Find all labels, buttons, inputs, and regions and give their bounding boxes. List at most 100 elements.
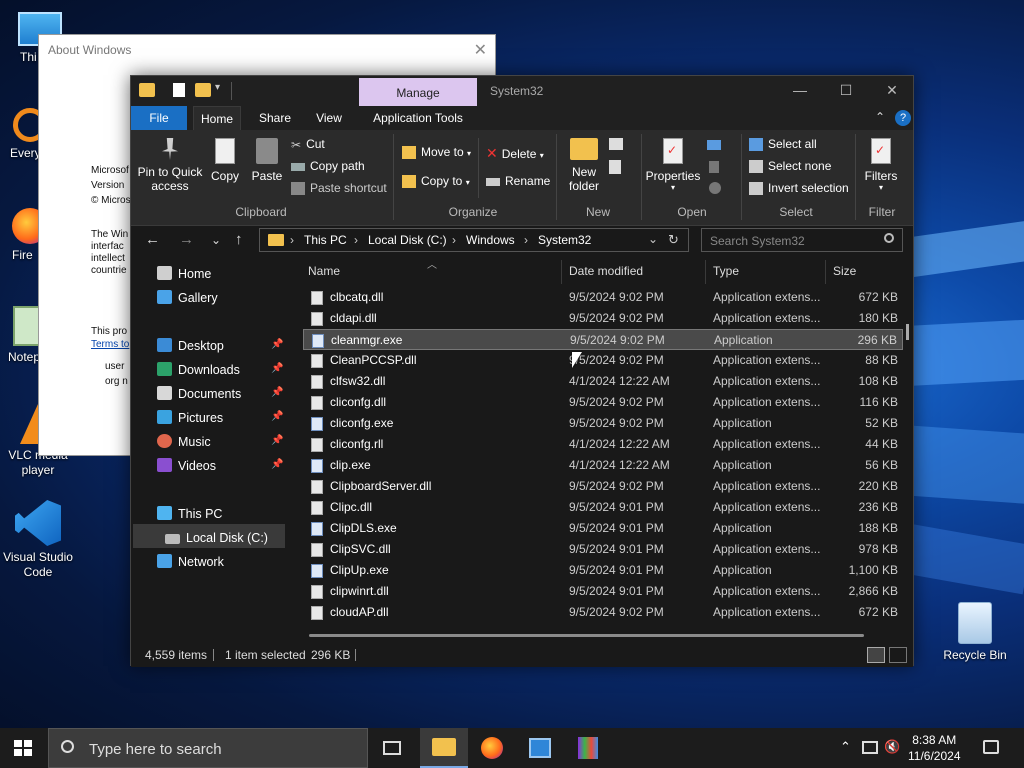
- properties-icon[interactable]: [173, 83, 185, 97]
- copy-to-button[interactable]: Copy to ▾: [402, 174, 470, 189]
- tab-file[interactable]: File: [131, 106, 187, 130]
- large-icons-view-icon[interactable]: [889, 647, 907, 663]
- details-view-icon[interactable]: [867, 647, 885, 663]
- open-icon[interactable]: [707, 140, 721, 150]
- tab-application-tools[interactable]: Application Tools: [365, 106, 471, 130]
- rename-button[interactable]: Rename: [486, 174, 550, 188]
- start-windows-icon[interactable]: [14, 740, 32, 756]
- notifications-icon[interactable]: [983, 740, 999, 754]
- new-folder-button[interactable]: New folder: [563, 138, 605, 193]
- pin-to-quick-access-button[interactable]: Pin to Quick access: [137, 138, 203, 193]
- edit-icon[interactable]: [709, 161, 719, 173]
- desktop-icon-vscode[interactable]: Visual Studio Code: [0, 500, 76, 580]
- file-row[interactable]: ClipSVC.dll 9/5/2024 9:01 PM Application e…: [303, 539, 903, 560]
- move-to-button[interactable]: Move to ▾: [402, 145, 471, 160]
- search-box[interactable]: Search System32: [701, 228, 903, 252]
- file-row[interactable]: cliconfg.exe 9/5/2024 9:02 PM Application 5…: [303, 413, 903, 434]
- easy-access-icon[interactable]: [609, 160, 621, 174]
- breadcrumb-this-pc[interactable]: This PC: [304, 233, 347, 247]
- nav-network[interactable]: Network: [157, 551, 224, 573]
- tab-home[interactable]: Home: [193, 106, 241, 130]
- delete-button[interactable]: ✕ Delete ▾: [486, 145, 544, 162]
- pin-icon[interactable]: 📌: [271, 363, 283, 374]
- file-row[interactable]: Clipc.dll 9/5/2024 9:01 PM Application ext…: [303, 497, 903, 518]
- vertical-scrollbar-thumb[interactable]: [906, 324, 909, 340]
- pin-icon[interactable]: 📌: [271, 339, 283, 350]
- column-header-size[interactable]: Size: [833, 264, 856, 278]
- select-all-button[interactable]: Select all: [749, 137, 817, 152]
- tab-manage[interactable]: Manage: [359, 78, 477, 106]
- forward-arrow-icon[interactable]: →: [179, 231, 194, 248]
- tab-view[interactable]: View: [309, 106, 349, 130]
- pin-icon[interactable]: 📌: [271, 387, 283, 398]
- new-folder-icon[interactable]: [195, 83, 211, 97]
- firefox-taskbar-icon[interactable]: [468, 728, 516, 768]
- file-row[interactable]: cliconfg.rll 4/1/2024 12:22 AM Application…: [303, 434, 903, 455]
- file-row[interactable]: clipwinrt.dll 9/5/2024 9:01 PM Application…: [303, 581, 903, 602]
- taskbar-clock[interactable]: 8:38 AM 11/6/2024: [908, 732, 961, 764]
- file-explorer-taskbar-icon[interactable]: [420, 728, 468, 768]
- back-arrow-icon[interactable]: ←: [145, 231, 160, 248]
- customize-quick-access-icon[interactable]: ▾: [215, 82, 220, 93]
- nav-local-disk[interactable]: Local Disk (C:): [165, 527, 268, 549]
- column-header-type[interactable]: Type: [713, 264, 739, 278]
- nav-this-pc[interactable]: This PC: [157, 503, 222, 525]
- nav-documents[interactable]: Documents: [157, 383, 241, 405]
- nav-downloads[interactable]: Downloads: [157, 359, 240, 381]
- paste-shortcut-button[interactable]: Paste shortcut: [291, 181, 387, 196]
- file-explorer-window[interactable]: ▾ Manage System32 — ☐ ✕ File Home Share …: [130, 75, 914, 667]
- file-row[interactable]: cleanmgr.exe 9/5/2024 9:02 PM Application 2…: [303, 329, 903, 350]
- breadcrumb-local-disk[interactable]: Local Disk (C:): [368, 233, 447, 247]
- cut-button[interactable]: ✂ Cut: [291, 137, 325, 152]
- breadcrumb-system32[interactable]: System32: [538, 233, 591, 247]
- file-row[interactable]: ClipDLS.exe 9/5/2024 9:01 PM Application 18…: [303, 518, 903, 539]
- file-row[interactable]: cldapi.dll 9/5/2024 9:02 PM Application ex…: [303, 308, 903, 329]
- copy-path-button[interactable]: Copy path: [291, 159, 365, 173]
- pin-icon[interactable]: 📌: [271, 459, 283, 470]
- invert-selection-button[interactable]: Invert selection: [749, 181, 849, 196]
- winrar-taskbar-icon[interactable]: [564, 728, 612, 768]
- breadcrumb-windows[interactable]: Windows: [466, 233, 515, 247]
- nav-pictures[interactable]: Pictures: [157, 407, 223, 429]
- volume-muted-icon[interactable]: 🔇: [884, 739, 900, 755]
- nav-desktop[interactable]: Desktop: [157, 335, 224, 357]
- tab-share[interactable]: Share: [253, 106, 297, 130]
- task-view-icon[interactable]: [368, 728, 416, 768]
- column-header-date[interactable]: Date modified: [569, 264, 643, 278]
- filters-button[interactable]: ✓ Filters ▾: [859, 138, 903, 192]
- copy-button[interactable]: Copy: [207, 138, 243, 183]
- file-row[interactable]: clfsw32.dll 4/1/2024 12:22 AM Application …: [303, 371, 903, 392]
- file-row[interactable]: clip.exe 4/1/2024 12:22 AM Application 56 K…: [303, 455, 903, 476]
- file-row[interactable]: ClipUp.exe 9/5/2024 9:01 PM Application 1,1…: [303, 560, 903, 581]
- title-bar[interactable]: ▾ Manage System32 — ☐ ✕: [131, 76, 913, 106]
- collapse-ribbon-icon[interactable]: ⌃: [875, 110, 885, 124]
- history-icon[interactable]: [709, 182, 721, 194]
- taskbar-search-box[interactable]: Type here to search: [48, 728, 368, 768]
- file-row[interactable]: cliconfg.dll 9/5/2024 9:02 PM Application …: [303, 392, 903, 413]
- recent-locations-icon[interactable]: ⌄: [211, 233, 221, 247]
- help-icon[interactable]: ?: [895, 110, 911, 126]
- maximize-icon[interactable]: ☐: [831, 82, 861, 99]
- refresh-icon[interactable]: ↻: [668, 232, 679, 248]
- terms-link[interactable]: Terms to: [91, 338, 129, 351]
- address-dropdown-icon[interactable]: ⌄: [648, 232, 658, 246]
- nav-gallery[interactable]: Gallery: [157, 287, 218, 309]
- properties-button[interactable]: ✓ Properties ▾: [643, 138, 703, 192]
- pin-icon[interactable]: 📌: [271, 435, 283, 446]
- close-icon[interactable]: ✕: [474, 40, 487, 60]
- nav-home[interactable]: Home: [157, 263, 211, 285]
- new-item-icon[interactable]: [609, 138, 623, 150]
- paste-button[interactable]: Paste: [249, 138, 285, 183]
- file-row[interactable]: cloudAP.dll 9/5/2024 9:02 PM Application e…: [303, 602, 903, 623]
- file-row[interactable]: clbcatq.dll 9/5/2024 9:02 PM Application e…: [303, 287, 903, 308]
- nav-music[interactable]: Music: [157, 431, 211, 453]
- column-header-name[interactable]: Name: [308, 264, 340, 278]
- pin-icon[interactable]: 📌: [271, 411, 283, 422]
- file-row[interactable]: CleanPCCSP.dll 9/5/2024 9:02 PM Applicatio…: [303, 350, 903, 371]
- nav-videos[interactable]: Videos: [157, 455, 216, 477]
- address-bar[interactable]: › This PC › Local Disk (C:) › Windows › …: [259, 228, 689, 252]
- file-row[interactable]: ClipboardServer.dll 9/5/2024 9:02 PM Appli…: [303, 476, 903, 497]
- up-arrow-icon[interactable]: ↑: [235, 231, 243, 248]
- close-icon[interactable]: ✕: [877, 82, 907, 99]
- desktop-icon-recycle-bin[interactable]: Recycle Bin: [937, 602, 1013, 663]
